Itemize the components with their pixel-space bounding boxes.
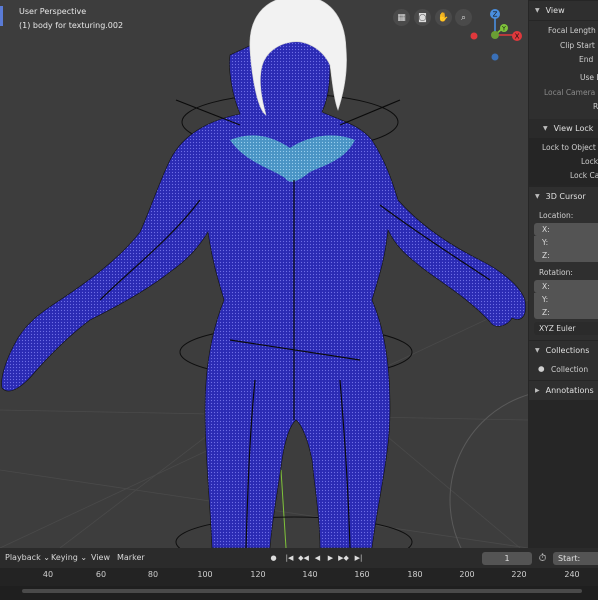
svg-text:Z: Z bbox=[493, 11, 498, 19]
focal-length-label: Focal Length bbox=[548, 26, 596, 35]
current-frame-field[interactable]: 1 bbox=[482, 552, 532, 565]
start-frame-field[interactable]: Start: 1 bbox=[553, 552, 598, 576]
frame-tick: 140 bbox=[302, 570, 318, 579]
expand-triangle-icon: ▶ bbox=[535, 387, 540, 394]
collection-item[interactable]: Collection bbox=[551, 365, 588, 374]
lock-camera-label: Lock Ca bbox=[570, 171, 598, 180]
frame-tick: 160 bbox=[354, 570, 370, 579]
record-icon[interactable]: ● bbox=[267, 552, 280, 564]
frame-tick: 200 bbox=[459, 570, 475, 579]
active-editor-indicator bbox=[0, 6, 3, 26]
clip-end-label: End bbox=[579, 55, 594, 64]
location-label: Location: bbox=[539, 211, 574, 220]
scene-canvas[interactable] bbox=[0, 0, 528, 548]
stopwatch-icon[interactable]: ⏱ bbox=[536, 552, 549, 564]
use-local-label: Use L bbox=[580, 73, 598, 82]
jump-end-icon[interactable]: ▶| bbox=[352, 552, 365, 564]
annotations-panel-header[interactable]: ▶ Annotations bbox=[529, 381, 598, 400]
playback-menu[interactable]: Playback ⌄ bbox=[5, 553, 50, 562]
jump-start-icon[interactable]: |◀ bbox=[283, 552, 296, 564]
play-reverse-icon[interactable]: ◀ bbox=[311, 552, 324, 564]
character-mesh bbox=[1, 24, 526, 548]
view-lock-subpanel-header[interactable]: ▼ View Lock bbox=[529, 119, 598, 138]
cursor-location-x-field[interactable]: X: bbox=[534, 223, 598, 236]
y-axis-line bbox=[280, 469, 287, 548]
cursor-rotation-z-field[interactable]: Z: bbox=[534, 306, 598, 319]
clip-start-label: Clip Start bbox=[560, 41, 595, 50]
lock-label: Lock bbox=[581, 157, 598, 166]
keying-menu[interactable]: Keying ⌄ bbox=[51, 553, 87, 562]
gizmo-neg-x-icon bbox=[470, 32, 478, 40]
cursor-rotation-x-field[interactable]: X: bbox=[534, 280, 598, 293]
grid-ring bbox=[449, 394, 528, 548]
view-menu[interactable]: View bbox=[91, 553, 110, 562]
lock-to-object-label: Lock to Object bbox=[542, 143, 596, 152]
collapse-triangle-icon: ▼ bbox=[535, 347, 540, 354]
collapse-triangle-icon: ▼ bbox=[543, 125, 548, 132]
timeline-scrollbar[interactable] bbox=[22, 589, 582, 593]
svg-text:X: X bbox=[515, 33, 520, 41]
prev-keyframe-icon[interactable]: ◆◀ bbox=[297, 552, 310, 564]
view-panel-header[interactable]: ▼ View bbox=[529, 1, 598, 20]
frame-tick: 120 bbox=[250, 570, 266, 579]
view-panel-body bbox=[529, 21, 598, 120]
collapse-triangle-icon: ▼ bbox=[535, 7, 540, 14]
hand-icon[interactable]: ✋ bbox=[435, 9, 452, 26]
viewport-perspective-label: User Perspective bbox=[19, 7, 87, 16]
play-icon[interactable]: ▶ bbox=[324, 552, 337, 564]
frame-tick: 240 bbox=[564, 570, 580, 579]
camera-icon[interactable]: ◙ bbox=[414, 9, 431, 26]
collapse-triangle-icon: ▼ bbox=[535, 193, 540, 200]
collections-panel-header[interactable]: ▼ Collections bbox=[529, 341, 598, 360]
3d-cursor-panel-header[interactable]: ▼ 3D Cursor bbox=[529, 187, 598, 206]
cursor-location-z-field[interactable]: Z: bbox=[534, 249, 598, 262]
marker-menu[interactable]: Marker bbox=[117, 553, 145, 562]
rotation-label: Rotation: bbox=[539, 268, 573, 277]
svg-text:Y: Y bbox=[501, 26, 506, 33]
frame-tick: 80 bbox=[147, 570, 159, 579]
frame-tick: 180 bbox=[407, 570, 423, 579]
render-region-label: R bbox=[593, 102, 598, 111]
frame-tick: 220 bbox=[511, 570, 527, 579]
local-camera-label: Local Camera bbox=[544, 88, 596, 97]
grid-icon[interactable]: ▦ bbox=[393, 9, 410, 26]
gizmo-neg-y-icon bbox=[491, 31, 499, 39]
frame-tick: 60 bbox=[95, 570, 107, 579]
gizmo-neg-z-icon bbox=[491, 53, 499, 61]
3d-viewport[interactable]: User Perspective (1) body for texturing.… bbox=[0, 0, 528, 548]
next-keyframe-icon[interactable]: ▶◆ bbox=[337, 552, 350, 564]
active-object-label: (1) body for texturing.002 bbox=[19, 21, 124, 30]
rotation-mode-dropdown[interactable]: XYZ Euler bbox=[534, 322, 598, 335]
frame-ruler[interactable] bbox=[0, 568, 598, 586]
navigation-gizmo[interactable]: Z Y X bbox=[466, 6, 528, 66]
bullet-icon: ● bbox=[538, 364, 545, 373]
cursor-rotation-y-field[interactable]: Y: bbox=[534, 293, 598, 306]
cursor-location-y-field[interactable]: Y: bbox=[534, 236, 598, 249]
frame-tick: 40 bbox=[42, 570, 54, 579]
frame-tick: 100 bbox=[197, 570, 213, 579]
